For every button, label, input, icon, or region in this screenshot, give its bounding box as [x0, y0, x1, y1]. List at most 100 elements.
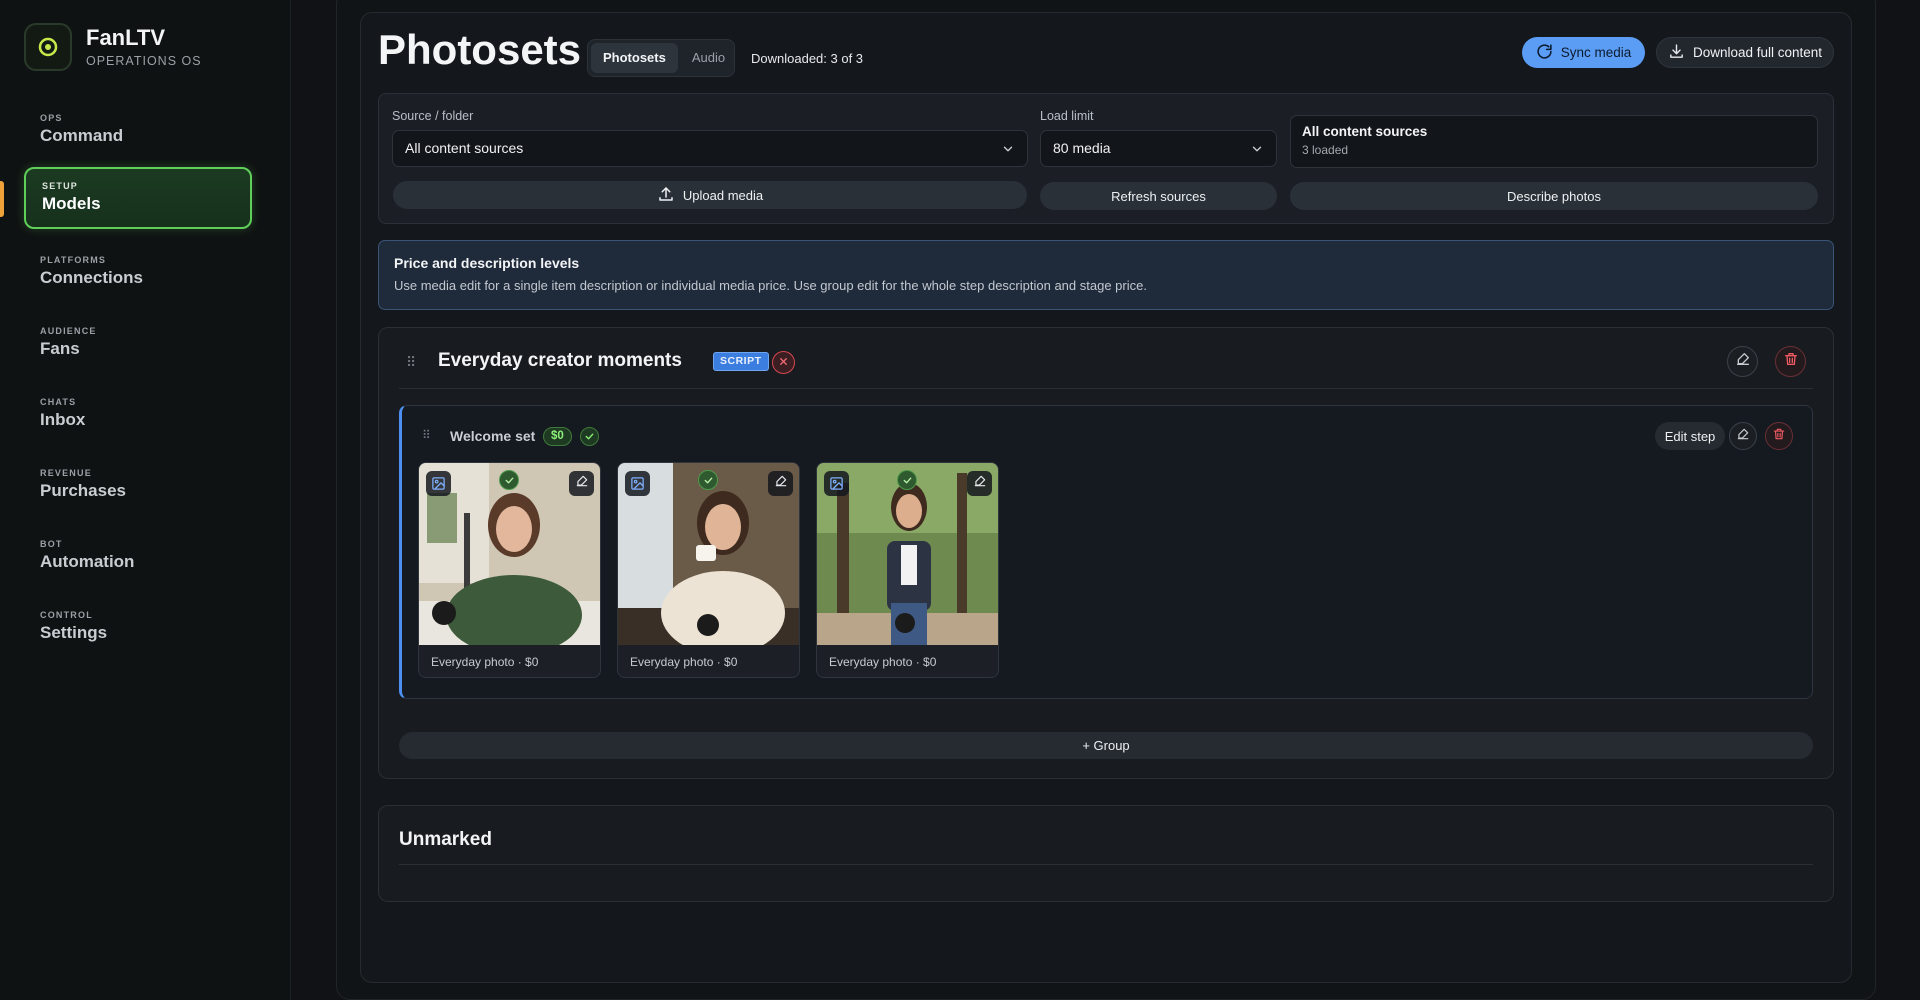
describe-photos-button[interactable]: Describe photos [1290, 182, 1818, 210]
edit-icon [575, 474, 589, 493]
refresh-icon [1536, 43, 1553, 63]
sidebar-item-label: Purchases [40, 481, 126, 500]
edit-icon [973, 474, 987, 493]
edit-icon [774, 474, 788, 493]
chevron-down-icon [1250, 131, 1264, 166]
sync-media-button[interactable]: Sync media [1522, 37, 1645, 68]
sidebar-item-inbox[interactable]: CHATS Inbox [24, 385, 252, 447]
sidebar-item-kicker: CONTROL [40, 610, 93, 620]
active-nav-marker [0, 181, 4, 217]
logo-icon [24, 23, 72, 71]
upload-media-label: Upload media [682, 187, 764, 203]
sidebar-item-settings[interactable]: CONTROL Settings [24, 598, 252, 660]
price-levels-info: Price and description levels Use media e… [378, 240, 1834, 310]
sidebar-item-automation[interactable]: BOT Automation [24, 527, 252, 589]
sidebar-item-command[interactable]: OPS Command [24, 101, 252, 163]
sources-summary-count: 3 loaded [1302, 143, 1349, 157]
trash-icon [1783, 351, 1799, 372]
tab-audio[interactable]: Audio [680, 43, 737, 73]
edit-media-button[interactable] [768, 471, 793, 496]
remove-script-button[interactable] [772, 351, 795, 374]
drag-handle-icon[interactable]: ⠿ [422, 428, 431, 442]
sidebar-item-label: Automation [40, 552, 135, 571]
sidebar-item-kicker: CHATS [40, 397, 77, 407]
media-tile[interactable]: Everyday photo · $0 [816, 462, 999, 678]
sync-media-label: Sync media [1560, 45, 1632, 60]
upload-media-button[interactable]: Upload media [393, 181, 1027, 209]
source-folder-value: All content sources [405, 140, 524, 156]
group-card [399, 405, 1813, 699]
brand[interactable]: FanLTV OPERATIONS OS [24, 23, 202, 71]
sidebar-item-purchases[interactable]: REVENUE Purchases [24, 456, 252, 518]
sources-summary-title: All content sources [1302, 124, 1428, 139]
sources-summary: All content sources 3 loaded [1290, 115, 1818, 168]
check-icon [698, 470, 718, 490]
edit-group-button[interactable] [1729, 422, 1757, 450]
edit-step-button[interactable]: Edit step [1655, 422, 1725, 450]
download-full-content-label: Download full content [1692, 45, 1823, 60]
media-caption: Everyday photo · $0 [431, 655, 539, 669]
source-folder-select[interactable]: All content sources [392, 130, 1028, 167]
page-title: Photosets [378, 26, 582, 73]
info-text: Use media edit for a single item descrip… [394, 278, 1147, 293]
tab-photosets[interactable]: Photosets [591, 43, 678, 73]
delete-script-button[interactable] [1775, 346, 1806, 377]
edit-script-button[interactable] [1727, 346, 1758, 377]
load-limit-select[interactable]: 80 media [1040, 130, 1277, 167]
unmarked-title: Unmarked [399, 829, 492, 850]
download-status: Downloaded: 3 of 3 [751, 51, 864, 66]
sidebar-item-models[interactable]: SETUP Models [24, 167, 252, 229]
media-caption: Everyday photo · $0 [829, 655, 937, 669]
refresh-sources-label: Refresh sources [1111, 188, 1206, 204]
sidebar-item-kicker: AUDIENCE [40, 326, 97, 336]
script-title: Everyday creator moments [438, 350, 682, 371]
edit-icon [1736, 427, 1750, 446]
sidebar-item-kicker: OPS [40, 113, 63, 123]
sidebar-item-connections[interactable]: PLATFORMS Connections [24, 243, 252, 305]
sidebar-item-kicker: PLATFORMS [40, 255, 107, 265]
refresh-sources-button[interactable]: Refresh sources [1040, 182, 1277, 210]
download-icon [1668, 43, 1685, 63]
sidebar-item-label: Connections [40, 268, 143, 287]
delete-group-button[interactable] [1765, 422, 1793, 450]
image-icon [824, 471, 849, 496]
image-icon [426, 471, 451, 496]
sidebar-item-label: Fans [40, 339, 80, 358]
edit-media-button[interactable] [569, 471, 594, 496]
sidebar-item-fans[interactable]: AUDIENCE Fans [24, 314, 252, 376]
media-caption: Everyday photo · $0 [630, 655, 738, 669]
unmarked-section [378, 805, 1834, 902]
upload-icon [657, 185, 675, 206]
brand-subtitle: OPERATIONS OS [86, 54, 202, 68]
group-title: Welcome set [450, 428, 536, 444]
drag-handle-icon[interactable]: ⠿ [406, 354, 416, 371]
group-price-badge: $0 [543, 427, 572, 446]
media-tile[interactable]: Everyday photo · $0 [418, 462, 601, 678]
edit-media-button[interactable] [967, 471, 992, 496]
sidebar-item-label: Models [42, 194, 101, 213]
sidebar-item-label: Command [40, 126, 124, 145]
sidebar-item-label: Settings [40, 623, 108, 642]
info-title: Price and description levels [394, 255, 580, 271]
check-icon [897, 470, 917, 490]
load-limit-value: 80 media [1053, 140, 1111, 156]
sidebar-item-kicker: SETUP [42, 181, 79, 191]
media-tile[interactable]: Everyday photo · $0 [617, 462, 800, 678]
close-icon [778, 355, 789, 370]
source-folder-label: Source / folder [392, 109, 474, 123]
check-icon [499, 470, 519, 490]
download-full-content-button[interactable]: Download full content [1656, 37, 1834, 68]
media-type-tabs: Photosets Audio [587, 39, 735, 77]
load-limit-label: Load limit [1040, 109, 1094, 123]
edit-icon [1735, 351, 1751, 372]
trash-icon [1772, 427, 1786, 446]
unmarked-divider [399, 864, 1813, 865]
add-group-button[interactable]: + Group [399, 732, 1813, 759]
sidebar-item-kicker: BOT [40, 539, 63, 549]
sidebar-item-label: Inbox [40, 410, 86, 429]
describe-photos-label: Describe photos [1507, 188, 1601, 204]
image-icon [625, 471, 650, 496]
check-icon [580, 427, 599, 446]
script-divider [399, 388, 1813, 389]
sidebar-item-kicker: REVENUE [40, 468, 92, 478]
